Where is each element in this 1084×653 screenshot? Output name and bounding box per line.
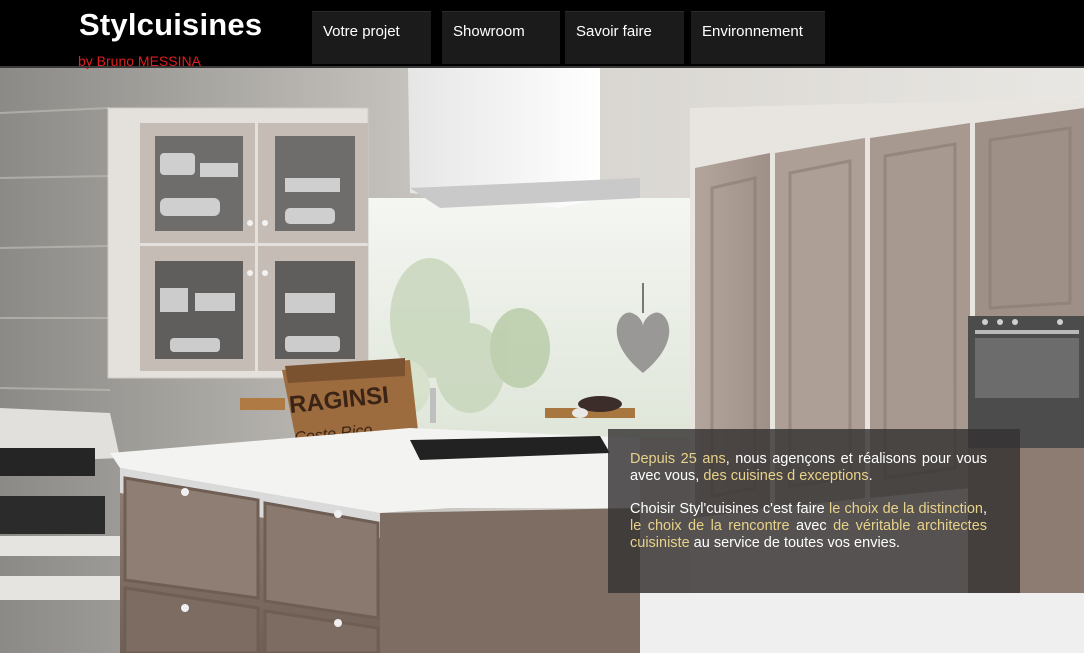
highlight-text: le choix de la distinction [828, 501, 983, 517]
body-text: avec [789, 518, 834, 534]
body-text: au service de toutes vos envies. [689, 535, 901, 551]
highlight-text: Depuis 25 ans [630, 451, 726, 467]
nav-item-label: Votre projet [323, 23, 400, 40]
nav-item-savoir-faire[interactable]: Savoir faire [565, 11, 684, 64]
site-header: Stylcuisines by Bruno MESSINA Votre proj… [0, 0, 1084, 69]
highlight-text: le choix de la rencontre [630, 518, 790, 534]
site-logo-title[interactable]: Stylcuisines [79, 7, 262, 43]
intro-paragraph-2: Choisir Styl'cuisines c'est faire le cho… [630, 501, 987, 552]
body-text: . [868, 468, 873, 484]
nav-item-label: Savoir faire [576, 23, 652, 40]
nav-item-votre-projet[interactable]: Votre projet [312, 11, 431, 64]
nav-item-showroom[interactable]: Showroom [442, 11, 560, 64]
nav-item-label: Showroom [453, 23, 525, 40]
nav-item-label: Environnement [702, 23, 803, 40]
intro-paragraph-1: Depuis 25 ans, nous agençons et réalison… [630, 451, 987, 485]
body-text: Choisir Styl'cuisines c'est faire [630, 501, 829, 517]
intro-text-box: Depuis 25 ans, nous agençons et réalison… [608, 429, 1020, 593]
nav-item-environnement[interactable]: Environnement [691, 11, 825, 64]
header-divider [0, 66, 1084, 68]
body-text: , [982, 501, 987, 517]
highlight-text: des cuisines d exceptions [703, 468, 869, 484]
